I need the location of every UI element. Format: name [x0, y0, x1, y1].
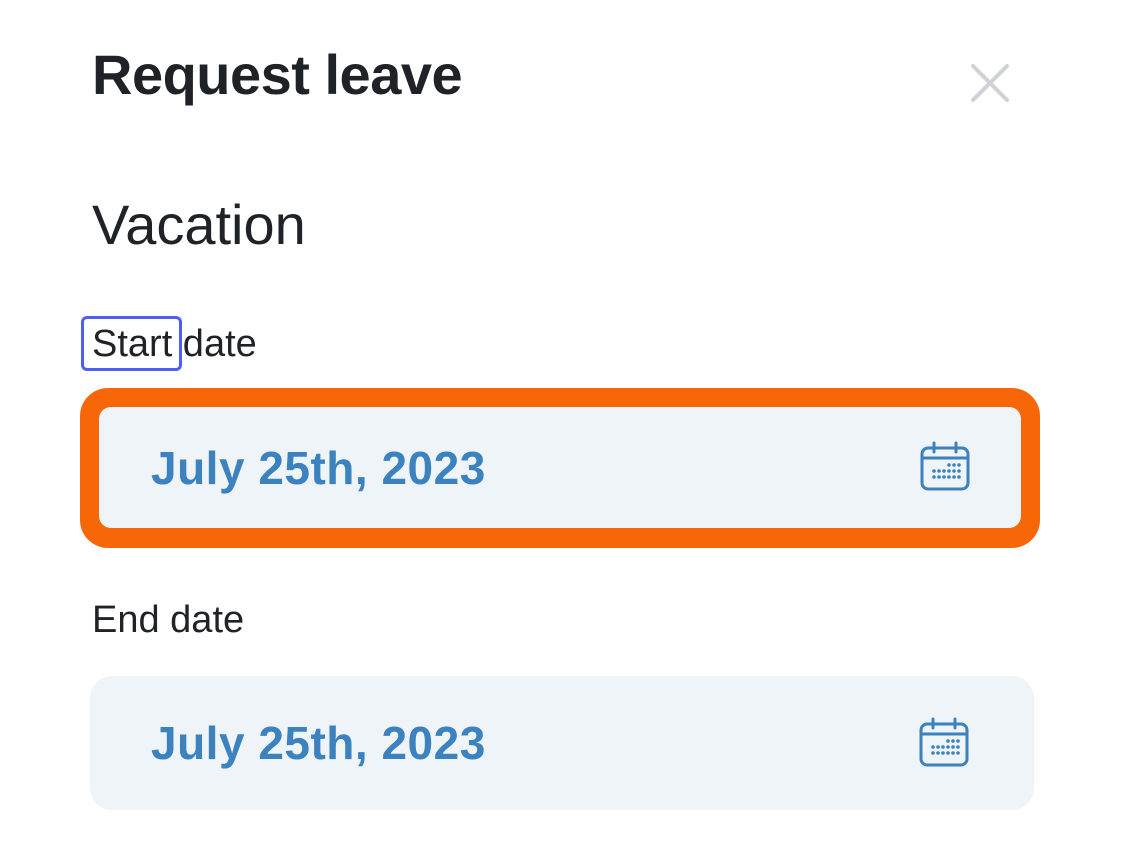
- request-leave-sheet: Request leave Vacation Start date July 2…: [0, 0, 1124, 848]
- calendar-icon: [919, 717, 969, 767]
- calendar-icon: [920, 441, 970, 491]
- start-date-label-rest: date: [172, 323, 257, 365]
- start-word-highlight: Start: [80, 316, 183, 371]
- close-button[interactable]: [962, 55, 1018, 111]
- page-title: Request leave: [92, 43, 463, 106]
- start-date-field[interactable]: July 25th, 2023: [99, 407, 1021, 528]
- end-date-field[interactable]: July 25th, 2023: [90, 676, 1034, 810]
- end-date-value: July 25th, 2023: [151, 717, 486, 769]
- start-date-value: July 25th, 2023: [151, 441, 486, 494]
- end-date-label: End date: [92, 599, 245, 641]
- start-date-label: Start date: [80, 316, 257, 371]
- close-icon: [971, 64, 1009, 102]
- leave-type-heading: Vacation: [92, 193, 306, 256]
